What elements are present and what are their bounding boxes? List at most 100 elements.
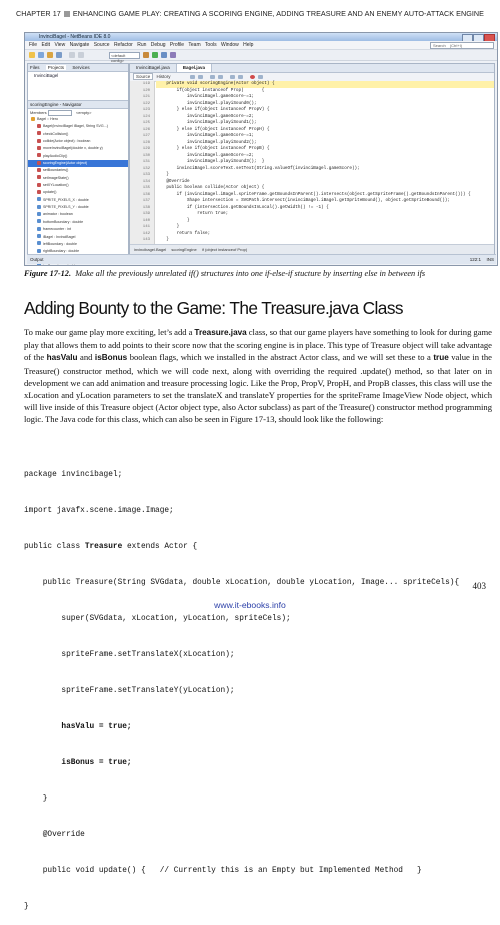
config-select[interactable]: <default config> bbox=[109, 52, 140, 63]
toggle-bookmark-icon[interactable] bbox=[218, 75, 223, 79]
code-editor: InvinciBagel.java Bagel.java Source Histo… bbox=[129, 63, 495, 255]
navigator-item[interactable]: collide(Actor object) : boolean bbox=[28, 138, 128, 145]
save-icon[interactable] bbox=[56, 52, 62, 58]
breadcrumb-method[interactable]: scoringEngine bbox=[171, 247, 196, 252]
history-tab[interactable]: History bbox=[157, 74, 171, 79]
navigator-item[interactable]: setImageState() bbox=[28, 175, 128, 182]
figure-caption-text: Make all the previously unrelated if() s… bbox=[75, 269, 426, 278]
navigator-filter-value: <empty> bbox=[75, 110, 92, 115]
project-node[interactable]: InvinciBagel bbox=[28, 72, 128, 79]
navigator-item[interactable]: Bagel(InvinciBagel iBagel, String SVG...… bbox=[28, 123, 128, 130]
navigator-item[interactable]: framecounter : int bbox=[28, 226, 128, 233]
editor-tabs: InvinciBagel.java Bagel.java bbox=[130, 64, 494, 73]
new-project-icon[interactable] bbox=[29, 52, 35, 58]
navigator-item[interactable]: bottomBoundary : double bbox=[28, 219, 128, 226]
navigator-item[interactable]: scoringEngine(Actor object) bbox=[28, 160, 128, 168]
method-icon bbox=[37, 138, 41, 143]
open-icon[interactable] bbox=[47, 52, 53, 58]
source-tab[interactable]: Source bbox=[133, 73, 154, 80]
code-text: return false; bbox=[156, 230, 211, 236]
method-icon bbox=[37, 175, 41, 180]
navigator-item-label: iBagel : InvinciBagel bbox=[43, 234, 76, 239]
code-area[interactable]: 119 private void scoringEngine(Actor obj… bbox=[143, 81, 494, 244]
tab-bagel-java[interactable]: Bagel.java bbox=[176, 64, 213, 72]
navigator-item[interactable]: checkCollision() bbox=[28, 131, 128, 138]
separator-square-icon bbox=[63, 10, 70, 17]
tab-invincibagel-java[interactable]: InvinciBagel.java bbox=[130, 64, 177, 72]
code-text: public boolean collide(Actor object) { bbox=[156, 185, 265, 191]
navigator-item[interactable]: moveInvinciBagel(double x, double y) bbox=[28, 145, 128, 152]
navigator-item[interactable]: SPRITE_PIXELS_X : double bbox=[28, 197, 128, 204]
redo-icon[interactable] bbox=[78, 52, 84, 58]
undo-icon[interactable] bbox=[69, 52, 75, 58]
navigator-item[interactable]: Bagel :: Hero bbox=[28, 116, 128, 123]
new-file-icon[interactable] bbox=[38, 52, 44, 58]
code-line: spriteFrame.setTranslateY(yLocation); bbox=[24, 687, 235, 695]
field-icon bbox=[37, 241, 41, 246]
output-tab[interactable]: Output bbox=[27, 254, 496, 264]
back-icon[interactable] bbox=[190, 75, 195, 79]
navigator-item[interactable]: update() bbox=[28, 189, 128, 196]
tab-files[interactable]: Files bbox=[30, 65, 40, 70]
navigator-item[interactable]: animator : boolean bbox=[28, 211, 128, 218]
code-text: invinciBagel.gameScore-=2; bbox=[156, 152, 254, 158]
para-text-4: boolean flags, which we installed in the… bbox=[127, 352, 434, 363]
code-text: if(object instanceof Prop) { bbox=[156, 87, 265, 93]
navigator-item-label: setBoundaries() bbox=[43, 168, 69, 173]
figure-label: Figure 17-12. bbox=[24, 269, 72, 278]
code-line-bold: hasValu = true; bbox=[24, 723, 132, 731]
shift-right-icon[interactable] bbox=[238, 75, 243, 79]
field-icon bbox=[37, 248, 41, 253]
navigator-item[interactable]: iBagel : InvinciBagel bbox=[28, 234, 128, 241]
navigator-item[interactable]: SPRITE_PIXELS_Y : double bbox=[28, 204, 128, 211]
footer-link[interactable]: www.it-ebooks.info bbox=[0, 600, 500, 610]
para-text-1: To make our game play more exciting, let… bbox=[24, 327, 195, 337]
code-line: @Override bbox=[24, 831, 85, 839]
shift-left-icon[interactable] bbox=[230, 75, 235, 79]
search-input[interactable]: Search (Ctrl+I) bbox=[430, 42, 494, 49]
navigator-panel: scoringEngine - Navigator Members <empty… bbox=[28, 100, 128, 265]
tab-projects[interactable]: Projects bbox=[45, 65, 67, 70]
code-text: } else if(object instanceof PropH) { bbox=[156, 126, 270, 132]
profile-icon[interactable] bbox=[170, 52, 176, 58]
navigator-item[interactable]: setXYLocation() bbox=[28, 182, 128, 189]
breadcrumb-class[interactable]: invincibagel.Bagel bbox=[134, 247, 166, 252]
breadcrumb-statement[interactable]: if (object instanceof Prop) bbox=[202, 247, 247, 252]
stop-macro-icon[interactable] bbox=[250, 75, 255, 79]
clean-build-icon[interactable] bbox=[143, 52, 149, 58]
run-icon[interactable] bbox=[152, 52, 158, 58]
code-text: @Override bbox=[156, 178, 190, 184]
navigator-item[interactable]: setBoundaries() bbox=[28, 167, 128, 174]
navigator-item-label: bottomBoundary : double bbox=[43, 219, 84, 224]
navigator-item[interactable]: playAudioClip() bbox=[28, 153, 128, 160]
navigator-item-label: moveInvinciBagel(double x, double y) bbox=[43, 146, 103, 151]
field-icon bbox=[37, 204, 41, 209]
code-text: invinciBagel.gameScore-=1; bbox=[156, 133, 254, 139]
code-line: public class Treasure extends Actor { bbox=[24, 541, 459, 553]
code-line: package invincibagel; bbox=[24, 471, 123, 479]
method-icon bbox=[37, 131, 41, 136]
editor-code-line[interactable]: 143 } bbox=[143, 237, 494, 244]
tab-services[interactable]: Services bbox=[72, 65, 89, 70]
navigator-item-label: animator : boolean bbox=[43, 212, 73, 217]
field-icon bbox=[37, 234, 41, 238]
navigator-item-label: leftBoundary : double bbox=[43, 241, 77, 246]
code-text: } bbox=[156, 237, 169, 243]
field-icon bbox=[37, 211, 41, 216]
running-header: CHAPTER 17 ENHANCING GAME PLAY: CREATING … bbox=[0, 9, 484, 18]
code-line: public void update() { // Currently this… bbox=[24, 867, 422, 875]
para-text-5: value in the Treasure() constructor meth… bbox=[24, 352, 492, 425]
section-title: Adding Bounty to the Game: The Treasure.… bbox=[24, 298, 404, 318]
method-icon bbox=[37, 182, 41, 187]
navigator-item[interactable]: leftBoundary : double bbox=[28, 241, 128, 248]
find-icon[interactable] bbox=[210, 75, 215, 79]
code-text: if (intersection.getBoundsInLocal().getW… bbox=[156, 204, 329, 210]
navigator-item-label: rightBoundary : double bbox=[43, 249, 80, 254]
forward-icon[interactable] bbox=[198, 75, 203, 79]
menu-items[interactable]: File Edit View Navigate Source Refactor … bbox=[29, 42, 253, 48]
code-line: } bbox=[24, 903, 29, 911]
debug-icon[interactable] bbox=[161, 52, 167, 58]
ide-title: InvinciBagel - NetBeans IDE 8.0 bbox=[39, 34, 111, 40]
code-text: invinciBagel.scoreText.setText(String.va… bbox=[156, 165, 360, 171]
comment-icon[interactable] bbox=[258, 75, 263, 79]
